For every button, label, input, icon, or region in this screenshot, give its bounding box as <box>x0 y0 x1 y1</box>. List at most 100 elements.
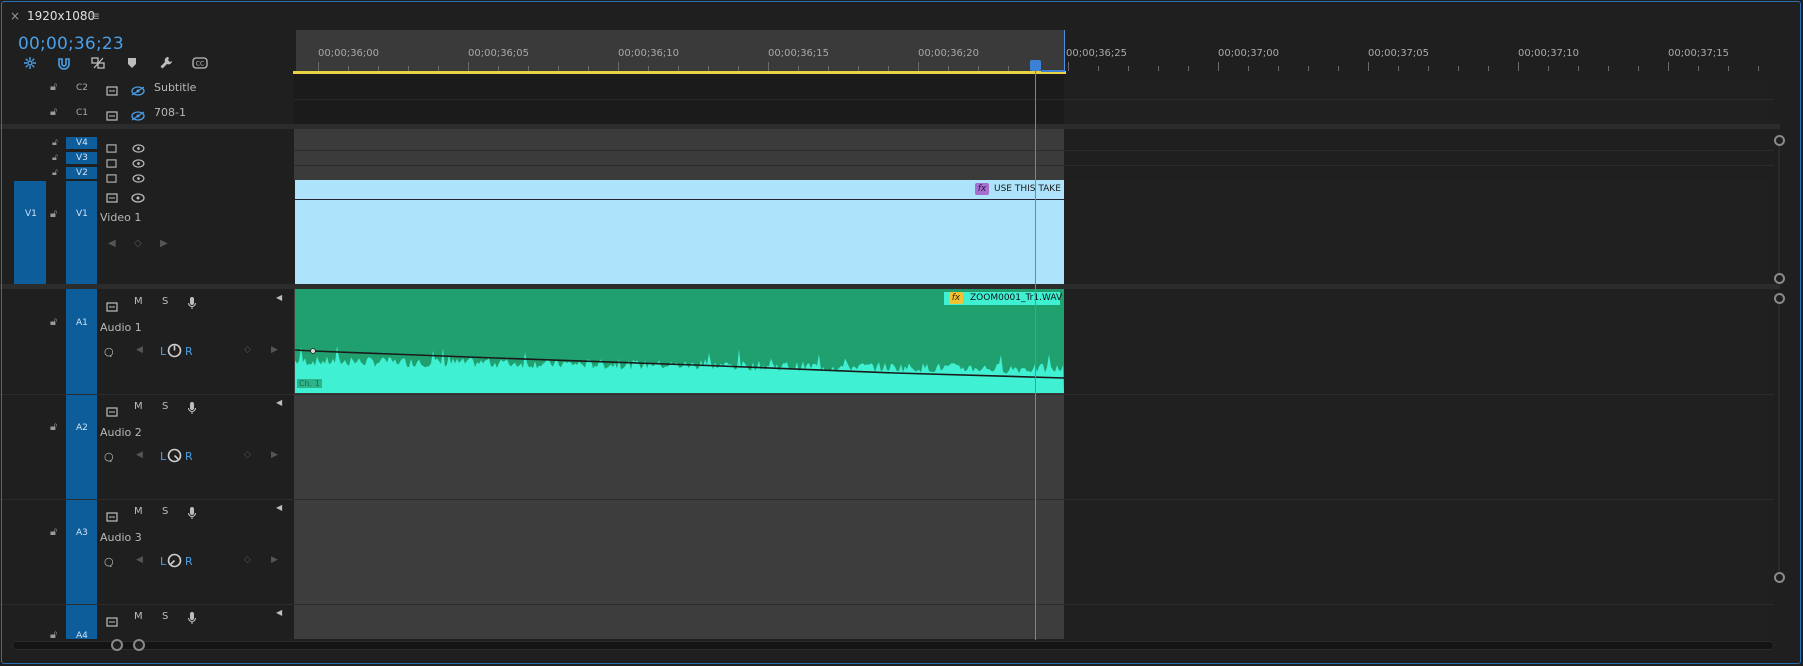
toggle-sync-icon[interactable] <box>106 168 117 187</box>
keyframe-icon[interactable]: ◇ <box>244 450 251 460</box>
close-tab-icon[interactable]: × <box>10 9 20 23</box>
work-area-end-marker[interactable] <box>1064 30 1065 72</box>
eye-icon[interactable] <box>132 168 145 187</box>
eye-icon[interactable] <box>131 188 145 207</box>
captions-icon[interactable]: CC <box>191 55 209 71</box>
snap-icon[interactable] <box>55 55 73 71</box>
solo-button[interactable]: S <box>162 401 168 412</box>
pan-knob-icon[interactable] <box>167 553 182 572</box>
keyframe-icon[interactable]: ◇ <box>244 345 251 355</box>
linked-selection-icon[interactable] <box>89 55 107 71</box>
opacity-line[interactable] <box>295 199 1064 200</box>
nest-icon[interactable] <box>21 55 39 71</box>
track-name-subtitle[interactable]: Subtitle <box>154 81 196 94</box>
toggle-sync-icon[interactable] <box>106 402 118 421</box>
microphone-icon[interactable] <box>187 400 197 419</box>
toggle-sync-icon[interactable] <box>106 81 118 100</box>
solo-button[interactable]: S <box>162 611 168 622</box>
lock-icon[interactable]: 🔓︎ <box>50 315 57 329</box>
toggle-sync-icon[interactable] <box>106 507 118 526</box>
lock-icon[interactable]: 🔓︎ <box>50 207 57 221</box>
wrench-icon[interactable] <box>157 55 175 71</box>
lock-icon[interactable]: 🔓︎ <box>50 105 57 119</box>
track-target-v1[interactable] <box>66 181 97 284</box>
microphone-icon[interactable] <box>187 610 197 629</box>
mute-button[interactable]: M <box>134 506 143 517</box>
sequence-tab-title[interactable]: 1920x1080 <box>27 9 95 23</box>
ruler-tick <box>1308 66 1309 71</box>
track-name-audio1[interactable]: Audio 1 <box>100 321 142 334</box>
keyframe-icon[interactable]: ◇ <box>244 555 251 565</box>
microphone-icon[interactable] <box>187 295 197 314</box>
lock-icon[interactable]: 🔓︎ <box>52 153 58 163</box>
next-keyframe-icon[interactable]: ▶ <box>271 450 278 460</box>
ruler-tick <box>1188 66 1189 71</box>
zoom-left-knob[interactable] <box>111 639 123 651</box>
solo-button[interactable]: S <box>162 506 168 517</box>
track-target-a1[interactable] <box>66 289 97 394</box>
prev-keyframe-icon[interactable]: ◀ <box>136 555 143 565</box>
collapse-arrow-icon[interactable]: ◀ <box>276 503 282 512</box>
lock-icon[interactable]: 🔓︎ <box>50 628 57 642</box>
audio-vertical-scrollbar[interactable] <box>1778 304 1780 572</box>
mute-button[interactable]: M <box>134 611 143 622</box>
next-keyframe-icon[interactable]: ▶ <box>160 238 168 249</box>
next-keyframe-icon[interactable]: ▶ <box>271 345 278 355</box>
next-keyframe-icon[interactable]: ▶ <box>271 555 278 565</box>
svg-text:CC: CC <box>196 61 204 68</box>
video-scroll-top-knob[interactable] <box>1774 135 1785 146</box>
pan-left-label: L <box>160 345 167 358</box>
toggle-sync-icon[interactable] <box>106 612 118 631</box>
lock-icon[interactable]: 🔓︎ <box>50 420 57 434</box>
source-patch-v1[interactable] <box>14 181 46 284</box>
track-name-audio3[interactable]: Audio 3 <box>100 531 142 544</box>
video-vertical-scrollbar[interactable] <box>1778 146 1780 273</box>
eye-hidden-icon[interactable] <box>131 106 145 125</box>
toggle-sync-icon[interactable] <box>106 297 118 316</box>
pan-knob-icon[interactable] <box>167 448 182 467</box>
keyframe-icon[interactable]: ◇ <box>134 238 142 249</box>
zoom-right-knob[interactable] <box>133 639 145 651</box>
lock-icon[interactable]: 🔓︎ <box>52 168 58 178</box>
track-target-a3[interactable] <box>66 500 97 604</box>
playhead-handle[interactable] <box>1030 60 1041 71</box>
collapse-arrow-icon[interactable]: ◀ <box>276 608 282 617</box>
lock-icon[interactable]: 🔓︎ <box>50 80 57 94</box>
video-clip[interactable] <box>295 180 1064 284</box>
collapse-arrow-icon[interactable]: ◀ <box>276 293 282 302</box>
ruler-tick <box>1098 66 1099 71</box>
ruler-tick <box>1248 66 1249 71</box>
eye-hidden-icon[interactable] <box>131 81 145 100</box>
pan-knob-icon[interactable] <box>167 343 182 362</box>
playhead-timecode[interactable]: 00;00;36;23 <box>18 34 124 54</box>
horizontal-scrollbar[interactable] <box>12 641 1774 650</box>
prev-keyframe-icon[interactable]: ◀ <box>108 238 116 249</box>
ruler-tick <box>1698 66 1699 71</box>
lock-icon[interactable]: 🔓︎ <box>52 138 58 148</box>
prev-keyframe-icon[interactable]: ◀ <box>136 450 143 460</box>
ruler-tick <box>1488 66 1489 71</box>
track-name-708[interactable]: 708-1 <box>154 106 186 119</box>
audio-scroll-bottom-knob[interactable] <box>1774 572 1785 583</box>
lock-icon[interactable]: 🔓︎ <box>50 525 57 539</box>
toggle-sync-icon[interactable] <box>106 106 118 125</box>
video-scroll-bottom-knob[interactable] <box>1774 273 1785 284</box>
solo-button[interactable]: S <box>162 296 168 307</box>
playhead-line[interactable] <box>1035 60 1036 640</box>
track-name-video1[interactable]: Video 1 <box>100 211 141 224</box>
prev-keyframe-icon[interactable]: ◀ <box>136 345 143 355</box>
add-marker-icon[interactable] <box>123 55 141 71</box>
mute-button[interactable]: M <box>134 401 143 412</box>
audio-scroll-top-knob[interactable] <box>1774 293 1785 304</box>
track-name-audio2[interactable]: Audio 2 <box>100 426 142 439</box>
volume-keyframe-icon[interactable]: ○̣ <box>104 450 114 463</box>
mute-button[interactable]: M <box>134 296 143 307</box>
volume-keyframe-icon[interactable]: ○̣ <box>104 345 114 358</box>
panel-menu-icon[interactable]: ≡ <box>90 9 100 23</box>
fx-badge-video: fx <box>975 183 989 195</box>
track-target-a2[interactable] <box>66 395 97 499</box>
volume-keyframe-icon[interactable]: ○̣ <box>104 555 114 568</box>
toggle-sync-icon[interactable] <box>106 188 118 207</box>
collapse-arrow-icon[interactable]: ◀ <box>276 398 282 407</box>
microphone-icon[interactable] <box>187 505 197 524</box>
